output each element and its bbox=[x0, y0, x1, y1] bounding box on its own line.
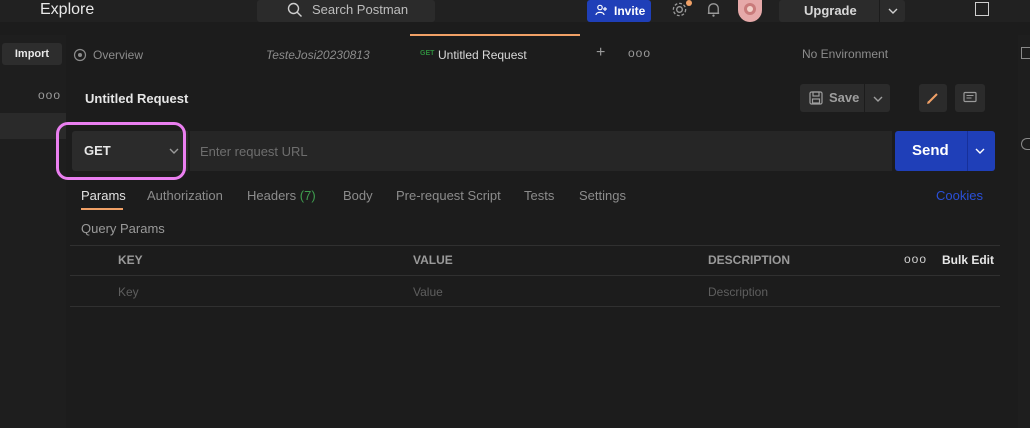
explore-link[interactable]: Explore bbox=[40, 0, 94, 20]
tab-overview[interactable]: Overview bbox=[93, 47, 143, 63]
upgrade-button[interactable]: Upgrade bbox=[779, 0, 905, 22]
upgrade-divider bbox=[879, 0, 880, 22]
tab-settings[interactable]: Settings bbox=[579, 188, 626, 204]
comment-icon bbox=[963, 91, 977, 103]
invite-button[interactable]: Invite bbox=[587, 0, 651, 22]
tab-headers[interactable]: Headers (7) bbox=[247, 188, 316, 204]
request-title[interactable]: Untitled Request bbox=[85, 91, 188, 106]
edit-button[interactable] bbox=[919, 84, 947, 112]
param-value-input[interactable] bbox=[413, 283, 683, 301]
table-more-icon[interactable]: ooo bbox=[904, 252, 927, 266]
search-icon bbox=[287, 2, 302, 17]
overview-icon bbox=[73, 48, 87, 62]
send-button[interactable]: Send bbox=[895, 131, 995, 171]
comment-button[interactable] bbox=[955, 84, 985, 112]
environment-selector[interactable]: No Environment bbox=[802, 47, 888, 61]
tab-authorization[interactable]: Authorization bbox=[147, 188, 223, 204]
column-header-key: KEY bbox=[118, 253, 143, 267]
save-label: Save bbox=[829, 90, 860, 105]
tab-pre-request-script[interactable]: Pre-request Script bbox=[396, 188, 501, 204]
param-key-input[interactable] bbox=[118, 283, 388, 301]
tab-params[interactable]: Params bbox=[81, 188, 126, 204]
save-button[interactable]: Save bbox=[800, 84, 890, 112]
tab-method-badge: GET bbox=[420, 50, 435, 57]
tabs-more-icon[interactable]: ooo bbox=[628, 46, 651, 60]
column-header-description: DESCRIPTION bbox=[708, 253, 791, 267]
tab-body[interactable]: Body bbox=[343, 188, 373, 204]
upgrade-label: Upgrade bbox=[804, 3, 857, 18]
right-sidebar bbox=[1018, 35, 1030, 428]
pencil-icon bbox=[927, 93, 938, 104]
chevron-down-icon[interactable] bbox=[887, 5, 899, 17]
send-divider bbox=[967, 131, 968, 171]
bulk-edit-button[interactable]: Bulk Edit bbox=[942, 253, 994, 267]
chevron-down-icon[interactable] bbox=[872, 93, 884, 105]
notification-dot bbox=[686, 0, 692, 6]
invite-label: Invite bbox=[614, 4, 646, 18]
column-header-value: VALUE bbox=[413, 253, 453, 267]
table-divider bbox=[70, 306, 1000, 307]
sidebar-more-icon[interactable]: ooo bbox=[38, 88, 61, 102]
tab-untitled-request[interactable]: Untitled Request bbox=[438, 47, 527, 63]
url-input[interactable] bbox=[190, 131, 892, 171]
save-divider bbox=[864, 84, 865, 112]
param-description-input[interactable] bbox=[708, 283, 888, 301]
add-user-icon bbox=[595, 4, 607, 16]
new-tab-button[interactable]: + bbox=[596, 44, 605, 62]
params-tab-indicator bbox=[81, 208, 123, 210]
tab-headers-label: Headers bbox=[247, 188, 297, 203]
bell-icon[interactable] bbox=[705, 1, 722, 18]
send-label: Send bbox=[912, 142, 949, 159]
active-tab-indicator bbox=[410, 34, 580, 36]
query-params-heading: Query Params bbox=[81, 221, 165, 236]
headers-count-badge: (7) bbox=[299, 188, 316, 203]
cookies-link[interactable]: Cookies bbox=[936, 188, 983, 204]
right-panel-icon[interactable] bbox=[1021, 138, 1030, 150]
search-placeholder[interactable]: Search Postman bbox=[312, 2, 408, 18]
window-maximize-icon[interactable] bbox=[975, 2, 989, 16]
table-divider bbox=[70, 245, 1000, 246]
right-panel-icon[interactable] bbox=[1021, 47, 1030, 59]
tab-tests[interactable]: Tests bbox=[524, 188, 554, 204]
tab-workspace[interactable]: TesteJosi20230813 bbox=[266, 47, 370, 63]
save-icon bbox=[809, 91, 823, 105]
table-divider bbox=[70, 275, 1000, 276]
method-highlight-annotation bbox=[56, 122, 186, 180]
chevron-down-icon[interactable] bbox=[974, 145, 986, 157]
import-button[interactable]: Import bbox=[2, 43, 62, 65]
